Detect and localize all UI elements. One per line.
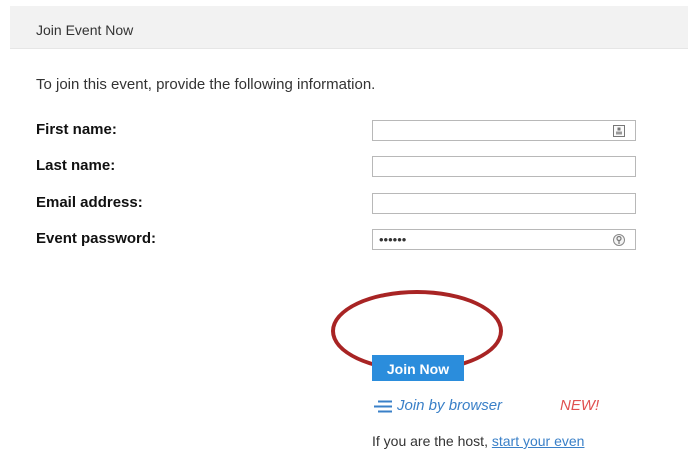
start-event-link[interactable]: start your even [492,433,585,449]
host-row: If you are the host, start your even [372,433,584,449]
header-bar: Join Event Now [10,6,688,49]
first-name-label: First name: [36,121,117,138]
join-now-button[interactable]: Join Now [372,355,464,381]
new-badge: NEW! [560,397,600,414]
join-by-browser-link[interactable]: Join by browser [397,397,502,414]
email-label: Email address: [36,194,143,211]
last-name-field[interactable] [372,156,636,177]
intro-text: To join this event, provide the followin… [36,76,376,93]
email-field[interactable] [372,193,636,214]
event-password-label: Event password: [36,230,157,247]
key-icon[interactable] [612,233,626,247]
event-password-field[interactable] [372,229,636,250]
first-name-field[interactable] [372,120,636,141]
join-event-page: Join Event Now To join this event, provi… [0,0,688,461]
last-name-label: Last name: [36,157,116,174]
browser-lines-icon [374,400,392,413]
host-text: If you are the host, [372,433,492,449]
contact-card-icon[interactable] [612,124,626,138]
page-title: Join Event Now [36,22,134,38]
